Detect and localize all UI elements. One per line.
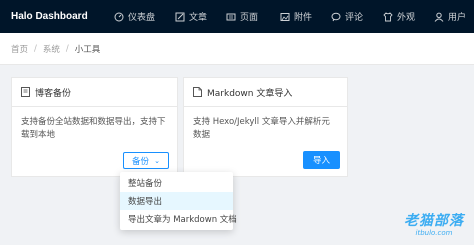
import-button[interactable]: 导入	[303, 151, 340, 169]
picture-icon	[280, 12, 290, 21]
nav-item-label: 评论	[345, 13, 364, 23]
breadcrumb: 首页 / 系统 / 小工具	[0, 33, 474, 65]
card-title: 博客备份	[35, 88, 72, 99]
chevron-down-icon: ⌄	[154, 156, 160, 165]
menu-item-export-markdown[interactable]: 导出文章为 Markdown 文档	[120, 210, 237, 228]
skin-icon	[383, 11, 393, 21]
backup-dropdown-button[interactable]: 备份 ⌄	[123, 152, 169, 169]
card-title: Markdown 文章导入	[207, 88, 293, 99]
backup-button-label: 备份	[132, 156, 150, 167]
edit-icon	[175, 12, 185, 21]
breadcrumb-separator: /	[34, 43, 37, 54]
nav-item-label: 外观	[397, 13, 416, 23]
nav-item-label: 仪表盘	[128, 13, 156, 23]
nav-item-attachments[interactable]: 附件	[280, 0, 312, 33]
breadcrumb-current: 小工具	[74, 44, 101, 55]
app-brand[interactable]: Halo Dashboard	[11, 11, 103, 22]
card-description: 支持 Hexo/Jekyll 文章导入并解析元数据	[193, 117, 330, 140]
page-icon	[226, 13, 236, 20]
nav-item-comments[interactable]: 评论	[331, 0, 363, 33]
nav-item-label: 附件	[294, 13, 313, 23]
nav-item-label: 用户	[448, 13, 467, 23]
card-description: 支持备份全站数据和数据导出，支持下载到本地	[21, 117, 166, 140]
nav-item-dashboard[interactable]: 仪表盘	[114, 0, 155, 33]
blog-backup-card: 博客备份 支持备份全站数据和数据导出，支持下载到本地 备份 ⌄	[11, 77, 178, 177]
markdown-icon	[193, 87, 202, 97]
card-header: Markdown 文章导入	[184, 78, 347, 107]
book-icon	[21, 87, 30, 97]
breadcrumb-separator: /	[65, 43, 69, 54]
nav-item-appearance[interactable]: 外观	[383, 0, 415, 33]
nav-item-posts[interactable]: 文章	[175, 0, 207, 33]
top-navigation-bar: Halo Dashboard 仪表盘 文章 页面 附件 评论 外观 用户	[0, 0, 474, 33]
user-icon	[434, 12, 444, 22]
watermark: 老猫部落 itbulo.com	[398, 210, 470, 237]
comment-icon	[331, 12, 341, 21]
breadcrumb-system[interactable]: 系统	[43, 43, 60, 55]
card-header: 博客备份	[12, 78, 177, 107]
menu-item-data-export[interactable]: 数据导出	[120, 192, 233, 210]
nav-item-label: 文章	[189, 13, 208, 23]
markdown-import-card: Markdown 文章导入 支持 Hexo/Jekyll 文章导入并解析元数据 …	[183, 77, 348, 177]
nav-item-pages[interactable]: 页面	[226, 0, 258, 33]
watermark-main: 老猫部落	[404, 213, 464, 229]
watermark-sub: itbulo.com	[415, 229, 453, 237]
breadcrumb-home[interactable]: 首页	[11, 43, 28, 55]
nav-item-label: 页面	[240, 13, 259, 23]
backup-dropdown-menu: 整站备份 数据导出 导出文章为 Markdown 文档	[120, 172, 237, 230]
menu-item-full-backup[interactable]: 整站备份	[120, 174, 233, 192]
dashboard-icon	[114, 12, 124, 21]
nav-item-users[interactable]: 用户	[434, 0, 466, 33]
